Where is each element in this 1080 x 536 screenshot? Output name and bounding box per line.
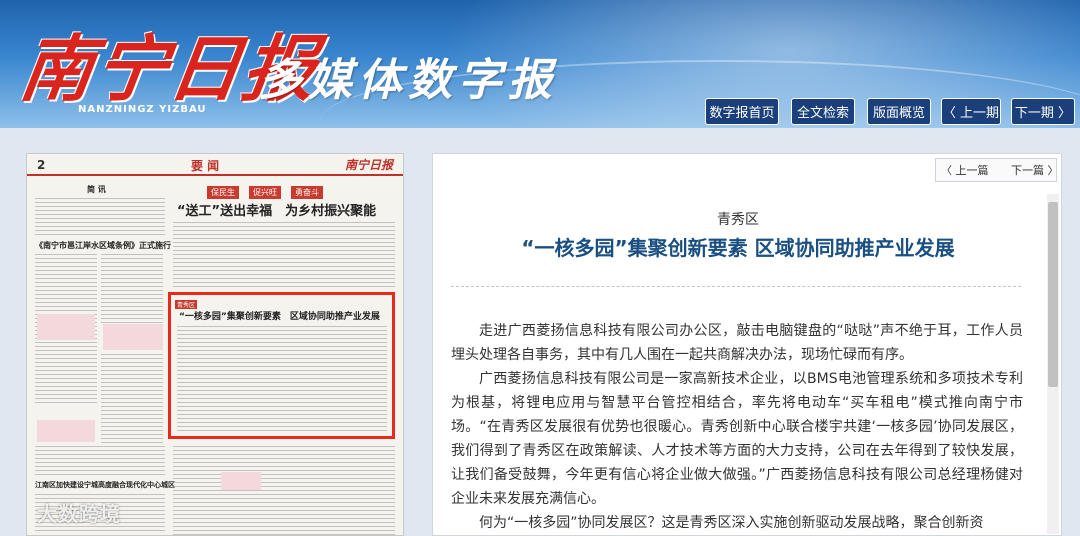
brief-label: 简 讯 xyxy=(87,185,106,194)
page-section-name: 要 闻 xyxy=(191,159,220,173)
sub-headline-box[interactable] xyxy=(37,420,95,442)
banner-tag: 促兴旺 xyxy=(249,186,281,199)
vertical-scrollbar[interactable] xyxy=(1047,194,1059,534)
article-headline[interactable]: 《南宁市邕江岸水区域条例》正式施行 xyxy=(35,240,171,251)
page-brand: 南宁日报 xyxy=(344,158,393,172)
article-text-block[interactable] xyxy=(177,326,387,432)
article-paragraph: 走进广西菱扬信息科技有限公司办公区，敲击电脑键盘的“哒哒”声不绝于耳，工作人员埋… xyxy=(451,323,1023,363)
next-article-link[interactable]: 下一篇 〉 xyxy=(1011,160,1059,180)
article-text-block[interactable] xyxy=(101,254,163,324)
article-text-block[interactable] xyxy=(173,446,395,535)
page-header-bar: 2 要 闻 南宁日报 xyxy=(27,154,403,176)
main-headline[interactable]: “送工”送出幸福 为乡村振兴聚能 xyxy=(177,200,376,219)
highlight-section-tag: 青秀区 xyxy=(175,300,198,309)
page-number: 2 xyxy=(37,158,46,172)
next-issue-button[interactable]: 下一期 〉 xyxy=(1011,98,1075,125)
sub-headline-box[interactable] xyxy=(103,324,163,350)
previous-article-link[interactable]: 〈 上一篇 xyxy=(941,160,989,180)
highlight-title[interactable]: “一核多园”集聚创新要素 区域协同助推产业发展 xyxy=(179,309,380,322)
article-paragraph: 何为“一核多园”协同发展区？这是青秀区深入实施创新驱动发展战略，聚合创新资 xyxy=(479,515,984,531)
sub-headline-box[interactable] xyxy=(37,314,95,340)
watermark: 大数跨境 xyxy=(37,502,121,526)
logo-pinyin: NANZNINGZ YIZBAU xyxy=(78,104,207,115)
previous-issue-button[interactable]: 〈 上一期 xyxy=(941,98,1001,125)
article-text-block[interactable] xyxy=(35,198,165,236)
article-body: 走进广西菱扬信息科技有限公司办公区，敲击电脑键盘的“哒哒”声不绝于耳，工作人员埋… xyxy=(451,319,1023,535)
newspaper-page-thumbnail[interactable]: 2 要 闻 南宁日报 简 讯 《南宁市邕江岸水区域条例》正式施行 江南区加快建设… xyxy=(26,153,404,536)
page-overview-button[interactable]: 版面概览 xyxy=(867,98,931,125)
article-panel: 〈 上一篇 下一篇 〉 青秀区 “一核多园”集聚创新要素 区域协同助推产业发展 … xyxy=(432,153,1062,536)
article-text-block[interactable] xyxy=(35,446,165,476)
sub-headline-box[interactable] xyxy=(221,472,261,490)
masthead-banner: 南宁日报 NANZNINGZ YIZBAU 多媒体数字报 数字报首页 全文检索 … xyxy=(0,0,1080,128)
banner-tag: 保民生 xyxy=(207,186,239,199)
fulltext-search-button[interactable]: 全文检索 xyxy=(791,98,855,125)
home-button[interactable]: 数字报首页 xyxy=(705,98,779,125)
bottom-headline[interactable]: 江南区加快建设宁城高度融合现代化中心城区 xyxy=(35,480,175,490)
article-paragraph: 广西菱扬信息科技有限公司是一家高新技术企业，以BMS电池管理系统和多项技术专利为… xyxy=(451,371,1023,507)
article-section: 青秀区 xyxy=(717,212,759,228)
article-text-block[interactable] xyxy=(173,222,395,288)
article-text-block[interactable] xyxy=(101,354,163,444)
title-divider xyxy=(451,286,1021,287)
site-slogan: 多媒体数字报 xyxy=(258,55,558,106)
article-title: “一核多园”集聚创新要素 区域协同助推产业发展 xyxy=(521,236,955,260)
banner-tag: 勇奋斗 xyxy=(291,186,323,199)
scrollbar-thumb[interactable] xyxy=(1048,202,1058,387)
